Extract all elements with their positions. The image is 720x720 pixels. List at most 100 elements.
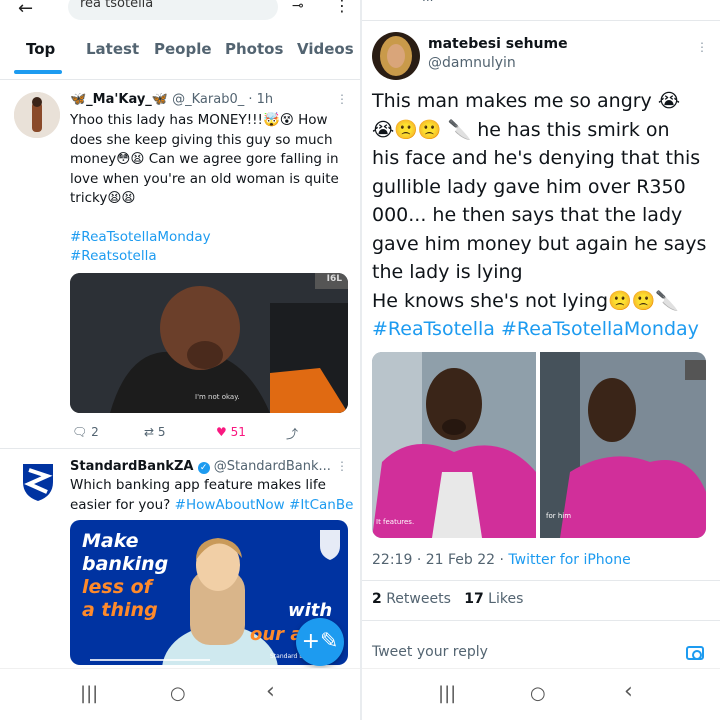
tweet-text-line: love when you're an old woman is quite <box>70 170 339 187</box>
video-progress <box>90 659 210 661</box>
search-tabs: Top Latest People Photos Videos <box>0 40 360 80</box>
tweet-text-line: gullible lady gave him over R350 <box>372 175 686 198</box>
reply-input[interactable]: Tweet your reply <box>372 644 488 660</box>
hashtag-link[interactable]: #ReaTsotellaMonday <box>501 318 699 340</box>
reply-count: 2 <box>91 425 99 439</box>
tweet-menu-icon[interactable]: ⋮ <box>696 40 708 54</box>
heart-icon: ♥ <box>216 425 227 439</box>
avatar-photo <box>14 92 60 138</box>
timestamp: 1h <box>256 92 274 107</box>
active-tab-indicator <box>14 70 62 74</box>
banner-line: banking <box>82 553 169 575</box>
screenshot-collage: ← rea tsotella ⊸ ⋮ Top Latest People Pho… <box>0 0 720 720</box>
banner-line: a thing <box>82 599 158 621</box>
avatar-photo <box>372 32 420 80</box>
tweet-header: StandardBankZA ✓ @StandardBank... <box>70 459 340 474</box>
tweet-text: This man makes me so angry 😭 😭🙁🙁 🔪 he ha… <box>372 87 718 344</box>
avatar[interactable] <box>372 32 420 80</box>
handle[interactable]: @damnulyin <box>428 55 568 71</box>
like-button[interactable]: ♥ 51 <box>216 425 246 439</box>
tweet-text-line: money😳😫 Can we agree gore falling in <box>70 151 339 167</box>
hashtag-link[interactable]: #Reatsotella <box>70 247 350 267</box>
retweets-stat[interactable]: 2 Retweets <box>372 591 451 607</box>
display-name[interactable]: 🦋_Ma'Kay_🦋 <box>70 92 168 107</box>
reply-button[interactable]: 🗨 2 <box>72 425 99 439</box>
divider <box>362 620 720 621</box>
retweets-label: Retweets <box>386 591 451 607</box>
tweet-menu-icon[interactable]: ⋮ <box>336 459 348 473</box>
camera-icon[interactable] <box>686 646 704 660</box>
separator-dot: · <box>499 552 504 568</box>
likes-stat[interactable]: 17 Likes <box>464 591 523 607</box>
hashtag-link[interactable]: #ReaTsotella <box>372 318 495 340</box>
tweet-text-line: gave him money but again he says <box>372 232 707 255</box>
back-icon[interactable]: ‹ <box>624 679 633 704</box>
retweet-button[interactable]: ⇄ 5 <box>144 425 166 439</box>
search-header: ← rea tsotella ⊸ ⋮ <box>0 0 360 20</box>
home-icon[interactable]: ○ <box>170 683 186 704</box>
hashtag-link[interactable]: #ItCanBe <box>289 497 353 513</box>
tweet-menu-icon[interactable]: ⋮ <box>336 92 348 106</box>
recent-apps-icon[interactable]: ||| <box>80 683 98 704</box>
tweet-text-line: 000... he then says that the lady <box>372 204 683 226</box>
reply-icon: 🗨 <box>72 425 88 439</box>
android-nav-bar: ||| ○ ‹ <box>0 668 360 720</box>
tweet-text: Which banking app feature makes life eas… <box>70 476 355 515</box>
tweet-text-line: This man makes me so angry 😭 <box>372 90 681 112</box>
video-caption: I'm not okay. <box>195 393 240 401</box>
tweet-image[interactable]: It features. <box>372 352 536 538</box>
verified-badge-icon: ✓ <box>197 462 210 474</box>
user-info: matebesi sehume @damnulyin <box>428 36 568 71</box>
back-icon[interactable]: ‹ <box>266 679 275 704</box>
tweet-text-line: the lady is lying <box>372 261 523 283</box>
image-caption: for him <box>546 512 572 520</box>
tab-top[interactable]: Top <box>26 40 55 58</box>
tweet-source[interactable]: Twitter for iPhone <box>508 552 630 568</box>
divider <box>362 20 720 21</box>
tweet-date: 21 Feb 22 <box>425 552 496 568</box>
video-frame <box>70 273 348 413</box>
retweets-count: 2 <box>372 591 382 607</box>
hashtag-link[interactable]: #ReaTsotellaMonday <box>70 228 350 248</box>
likes-label: Likes <box>488 591 524 607</box>
compose-icon: +✎ <box>301 629 339 654</box>
tab-photos[interactable]: Photos <box>225 40 283 58</box>
like-count: 51 <box>230 425 246 439</box>
sliders-icon[interactable]: ⊸ <box>292 0 304 14</box>
image-photo <box>540 352 706 538</box>
avatar[interactable] <box>14 92 60 138</box>
handle[interactable]: @StandardBank... <box>214 459 331 474</box>
cut-off-text: ... <box>422 0 433 4</box>
tweet-text-line: his face and he's denying that this <box>372 147 701 169</box>
vertical-ellipsis-icon[interactable]: ⋮ <box>334 0 350 15</box>
image-caption: It features. <box>376 518 415 526</box>
tweet-text-line: Which banking app feature makes life <box>70 477 326 493</box>
home-icon[interactable]: ○ <box>530 683 546 704</box>
recent-apps-icon[interactable]: ||| <box>438 683 456 704</box>
display-name[interactable]: StandardBankZA <box>70 459 193 474</box>
bank-logo-avatar[interactable] <box>20 462 56 502</box>
handle[interactable]: @_Karab0_ <box>172 92 244 107</box>
video-watermark: I6L <box>326 274 342 284</box>
likes-count: 17 <box>464 591 484 607</box>
display-name[interactable]: matebesi sehume <box>428 36 568 52</box>
tweet-image[interactable]: for him <box>540 352 706 538</box>
arrow-left-icon[interactable]: ← <box>18 0 33 19</box>
search-input[interactable]: rea tsotella <box>68 0 278 20</box>
banner-line: Make <box>82 530 139 552</box>
tweet-text-line: He knows she's not lying🙁🙁🔪 <box>372 289 679 312</box>
separator-dot: · <box>248 92 253 107</box>
tweet-actions: 🗨 2 ⇄ 5 ♥ 51 ⤴ <box>72 425 342 441</box>
tweet-text: Yhoo this lady has MONEY!!!🤯😵 How does s… <box>70 111 350 267</box>
tweet-meta: 22:19 · 21 Feb 22 · Twitter for iPhone <box>372 552 631 568</box>
tab-latest[interactable]: Latest <box>86 40 139 58</box>
hashtag-link[interactable]: #HowAboutNow <box>175 497 285 513</box>
tab-videos[interactable]: Videos <box>297 40 354 58</box>
tweet-video[interactable]: I6L I'm not okay. <box>70 273 348 413</box>
share-icon[interactable]: ⤴ <box>286 425 298 442</box>
compose-tweet-button[interactable]: +✎ <box>296 618 344 666</box>
tab-people[interactable]: People <box>154 40 212 58</box>
banner-line: less of <box>82 576 152 598</box>
divider <box>0 448 360 449</box>
tweet-text-line: 😭🙁🙁 🔪 he has this smirk on <box>372 118 670 141</box>
